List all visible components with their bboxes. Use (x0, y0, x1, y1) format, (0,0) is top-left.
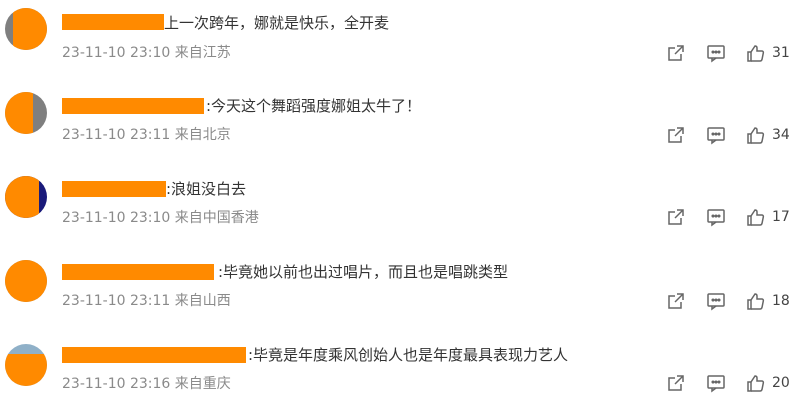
like-button[interactable]: 18 (746, 291, 790, 311)
comment-icon[interactable] (706, 207, 726, 227)
like-count: 18 (772, 293, 790, 309)
comment-text: 上一次跨年，娜就是快乐，全开麦 (164, 14, 390, 32)
comment-location: 来自中国香港 (174, 210, 259, 226)
like-icon (746, 291, 766, 311)
comment-meta: 23-11-10 23:11 来自山西 (62, 293, 231, 309)
comment-actions: 31 (666, 42, 790, 64)
like-button[interactable]: 20 (746, 373, 790, 393)
share-icon[interactable] (666, 207, 686, 227)
like-count: 20 (772, 375, 790, 391)
comment-meta: 23-11-10 23:10 来自江苏 (62, 45, 231, 61)
like-button[interactable]: 31 (746, 43, 790, 63)
comment-location: 来自北京 (174, 127, 231, 143)
comment-actions: 34 (666, 124, 790, 146)
avatar[interactable] (5, 344, 47, 386)
redacted-username (62, 181, 166, 197)
comment-actions: 18 (666, 290, 790, 312)
comment-text: :浪姐没白去 (166, 180, 247, 198)
comment-time: 23-11-10 23:11 (62, 293, 171, 309)
like-button[interactable]: 34 (746, 125, 790, 145)
comment-time: 23-11-10 23:10 (62, 45, 171, 61)
share-icon[interactable] (666, 373, 686, 393)
comment-meta: 23-11-10 23:11 来自北京 (62, 127, 231, 143)
comment-icon[interactable] (706, 291, 726, 311)
share-icon[interactable] (666, 43, 686, 63)
comment-location: 来自江苏 (174, 45, 231, 61)
redacted-username (62, 347, 246, 363)
comment-icon[interactable] (706, 43, 726, 63)
comment-time: 23-11-10 23:16 (62, 376, 171, 392)
comment-actions: 20 (666, 372, 790, 394)
like-icon (746, 207, 766, 227)
comment-text: :毕竟是年度乘风创始人也是年度最具表现力艺人 (248, 346, 569, 364)
like-icon (746, 373, 766, 393)
comment-text: :毕竟她以前也出过唱片，而且也是唱跳类型 (218, 263, 509, 281)
comment-item: :毕竟她以前也出过唱片，而且也是唱跳类型 23-11-10 23:11 来自山西… (0, 252, 798, 336)
avatar[interactable] (5, 8, 47, 50)
share-icon[interactable] (666, 291, 686, 311)
redacted-username (62, 98, 204, 114)
like-icon (746, 43, 766, 63)
like-button[interactable]: 17 (746, 207, 790, 227)
comment-location: 来自重庆 (174, 376, 231, 392)
comment-meta: 23-11-10 23:16 来自重庆 (62, 376, 231, 392)
comment-icon[interactable] (706, 125, 726, 145)
comment-text: :今天这个舞蹈强度娜姐太牛了！ (206, 97, 422, 115)
comment-location: 来自山西 (174, 293, 231, 309)
comment-actions: 17 (666, 206, 790, 228)
redacted-username (62, 14, 164, 30)
like-count: 34 (772, 127, 790, 143)
comment-item: :毕竟是年度乘风创始人也是年度最具表现力艺人 23-11-10 23:16 来自… (0, 336, 798, 420)
redacted-username (62, 264, 214, 280)
share-icon[interactable] (666, 125, 686, 145)
comment-item: 上一次跨年，娜就是快乐，全开麦 23-11-10 23:10 来自江苏 31 (0, 0, 798, 84)
comment-time: 23-11-10 23:11 (62, 127, 171, 143)
avatar[interactable] (5, 176, 47, 218)
avatar[interactable] (5, 92, 47, 134)
comment-item: :今天这个舞蹈强度娜姐太牛了！ 23-11-10 23:11 来自北京 34 (0, 84, 798, 168)
like-count: 17 (772, 209, 790, 225)
comment-item: :浪姐没白去 23-11-10 23:10 来自中国香港 17 (0, 168, 798, 252)
comment-meta: 23-11-10 23:10 来自中国香港 (62, 210, 259, 226)
avatar[interactable] (5, 260, 47, 302)
like-count: 31 (772, 45, 790, 61)
comment-icon[interactable] (706, 373, 726, 393)
like-icon (746, 125, 766, 145)
comment-time: 23-11-10 23:10 (62, 210, 171, 226)
